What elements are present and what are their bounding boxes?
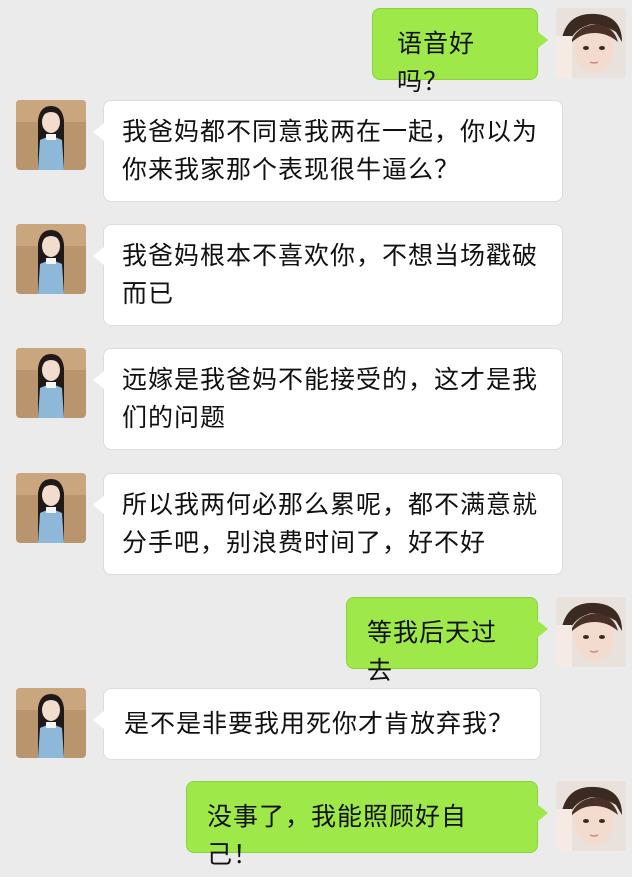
message-bubble[interactable]: 远嫁是我爸妈不能接受的，这才是我们的问题 xyxy=(93,348,563,450)
bubble-tail xyxy=(93,123,104,141)
bubble-tail xyxy=(93,496,104,514)
bubble-tail xyxy=(537,31,548,49)
message-bubble[interactable]: 等我后天过去 xyxy=(346,597,548,685)
chat-message-sent: 语音好吗？ xyxy=(0,8,632,96)
male-avatar-icon[interactable] xyxy=(556,8,626,78)
message-bubble[interactable]: 所以我两何必那么累呢，都不满意就分手吧，别浪费时间了，好不好 xyxy=(93,473,563,575)
female-avatar-icon[interactable] xyxy=(16,224,86,294)
message-text: 远嫁是我爸妈不能接受的，这才是我们的问题 xyxy=(122,365,539,432)
chat-message-received: 是不是非要我用死你才肯放弃我？ xyxy=(0,688,632,760)
male-avatar-icon[interactable] xyxy=(556,597,626,667)
message-text: 所以我两何必那么累呢，都不满意就分手吧，别浪费时间了，好不好 xyxy=(122,490,539,557)
chat-message-sent: 等我后天过去 xyxy=(0,597,632,685)
message-text: 是不是非要我用死你才肯放弃我？ xyxy=(124,709,515,738)
bubble-tail xyxy=(93,247,104,265)
message-bubble[interactable]: 没事了，我能照顾好自己！ xyxy=(186,781,548,869)
female-avatar-icon[interactable] xyxy=(16,688,86,758)
chat-message-received: 所以我两何必那么累呢，都不满意就分手吧，别浪费时间了，好不好 xyxy=(0,473,632,575)
message-bubble[interactable]: 我爸妈都不同意我两在一起，你以为你来我家那个表现很牛逼么？ xyxy=(93,100,563,202)
message-bubble[interactable]: 我爸妈根本不喜欢你，不想当场戳破而已 xyxy=(93,224,563,326)
bubble-tail xyxy=(93,711,104,729)
message-text: 我爸妈根本不喜欢你，不想当场戳破而已 xyxy=(122,241,539,308)
message-text: 语音好吗？ xyxy=(397,29,476,96)
male-avatar-icon[interactable] xyxy=(556,781,626,851)
chat-message-received: 我爸妈都不同意我两在一起，你以为你来我家那个表现很牛逼么？ xyxy=(0,100,632,202)
female-avatar-icon[interactable] xyxy=(16,348,86,418)
bubble-tail xyxy=(537,804,548,822)
chat-message-received: 远嫁是我爸妈不能接受的，这才是我们的问题 xyxy=(0,348,632,450)
message-bubble[interactable]: 语音好吗？ xyxy=(372,8,548,96)
chat-message-sent: 没事了，我能照顾好自己！ xyxy=(0,781,632,869)
message-text: 等我后天过去 xyxy=(367,618,498,685)
chat-message-received: 我爸妈根本不喜欢你，不想当场戳破而已 xyxy=(0,224,632,326)
bubble-tail xyxy=(537,620,548,638)
message-bubble[interactable]: 是不是非要我用死你才肯放弃我？ xyxy=(93,688,541,760)
bubble-tail xyxy=(93,371,104,389)
message-text: 没事了，我能照顾好自己！ xyxy=(207,802,468,869)
female-avatar-icon[interactable] xyxy=(16,473,86,543)
female-avatar-icon[interactable] xyxy=(16,100,86,170)
message-text: 我爸妈都不同意我两在一起，你以为你来我家那个表现很牛逼么？ xyxy=(122,117,539,184)
